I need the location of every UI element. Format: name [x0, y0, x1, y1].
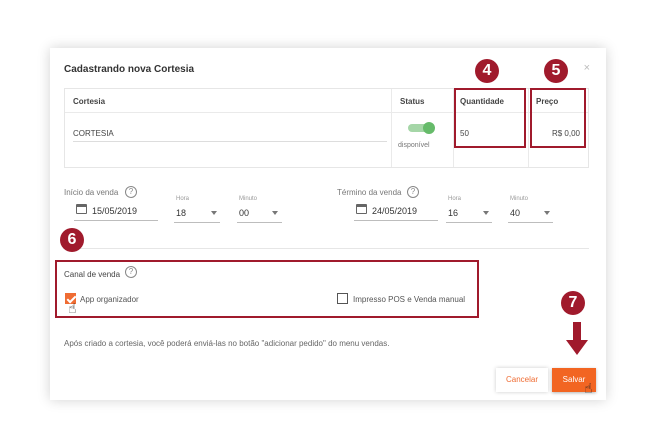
modal-title: Cadastrando nova Cortesia	[64, 64, 195, 75]
column-divider	[391, 89, 392, 167]
cortesia-name-input[interactable]: CORTESIA	[73, 129, 114, 138]
arrow-down-icon	[566, 322, 588, 355]
highlight-canal	[55, 260, 479, 318]
step-badge-7: 7	[561, 291, 585, 315]
termino-minuto-select[interactable]: 40	[510, 208, 520, 218]
status-text: disponível	[398, 142, 430, 149]
input-underline	[508, 222, 553, 223]
termino-hora-label: Hora	[448, 196, 462, 202]
inicio-minuto-select[interactable]: 00	[239, 208, 249, 218]
toggle-knob	[423, 122, 435, 134]
help-icon[interactable]: ?	[125, 186, 137, 198]
termino-label: Término da venda	[337, 188, 402, 197]
inicio-hora-label: Hora	[176, 196, 190, 202]
inicio-date-input[interactable]: 15/05/2019	[92, 206, 137, 216]
section-divider	[64, 248, 589, 249]
input-underline	[73, 141, 387, 142]
input-underline	[446, 222, 492, 223]
header-cortesia: Cortesia	[73, 97, 106, 106]
inicio-hora-select[interactable]: 18	[176, 208, 186, 218]
input-underline	[74, 220, 158, 221]
step-badge-4: 4	[475, 59, 499, 83]
input-underline	[174, 222, 220, 223]
header-status: Status	[400, 97, 425, 106]
calendar-icon[interactable]	[76, 204, 87, 214]
info-text: Após criado a cortesia, você poderá envi…	[64, 339, 390, 348]
highlight-quantidade	[454, 88, 526, 148]
input-underline	[354, 220, 438, 221]
hand-cursor-icon: ☝	[584, 380, 593, 396]
highlight-preco	[530, 88, 586, 148]
status-toggle[interactable]	[408, 122, 435, 134]
termino-minuto-label: Minuto	[510, 196, 529, 202]
help-icon[interactable]: ?	[407, 186, 419, 198]
modal-dialog: Cadastrando nova Cortesia × Cortesia Sta…	[50, 48, 606, 400]
inicio-label: Início da venda	[64, 188, 119, 197]
step-badge-5: 5	[544, 59, 568, 83]
termino-date-input[interactable]: 24/05/2019	[372, 206, 417, 216]
column-divider	[528, 89, 529, 167]
inicio-minuto-label: Minuto	[239, 196, 258, 202]
calendar-icon[interactable]	[356, 204, 367, 214]
step-badge-6: 6	[60, 228, 84, 252]
termino-hora-select[interactable]: 16	[448, 208, 458, 218]
chevron-down-icon[interactable]	[211, 211, 217, 215]
chevron-down-icon[interactable]	[483, 211, 489, 215]
chevron-down-icon[interactable]	[272, 211, 278, 215]
cancel-button[interactable]: Cancelar	[496, 368, 548, 392]
chevron-down-icon[interactable]	[544, 211, 550, 215]
close-icon[interactable]: ×	[584, 62, 590, 74]
input-underline	[237, 222, 282, 223]
